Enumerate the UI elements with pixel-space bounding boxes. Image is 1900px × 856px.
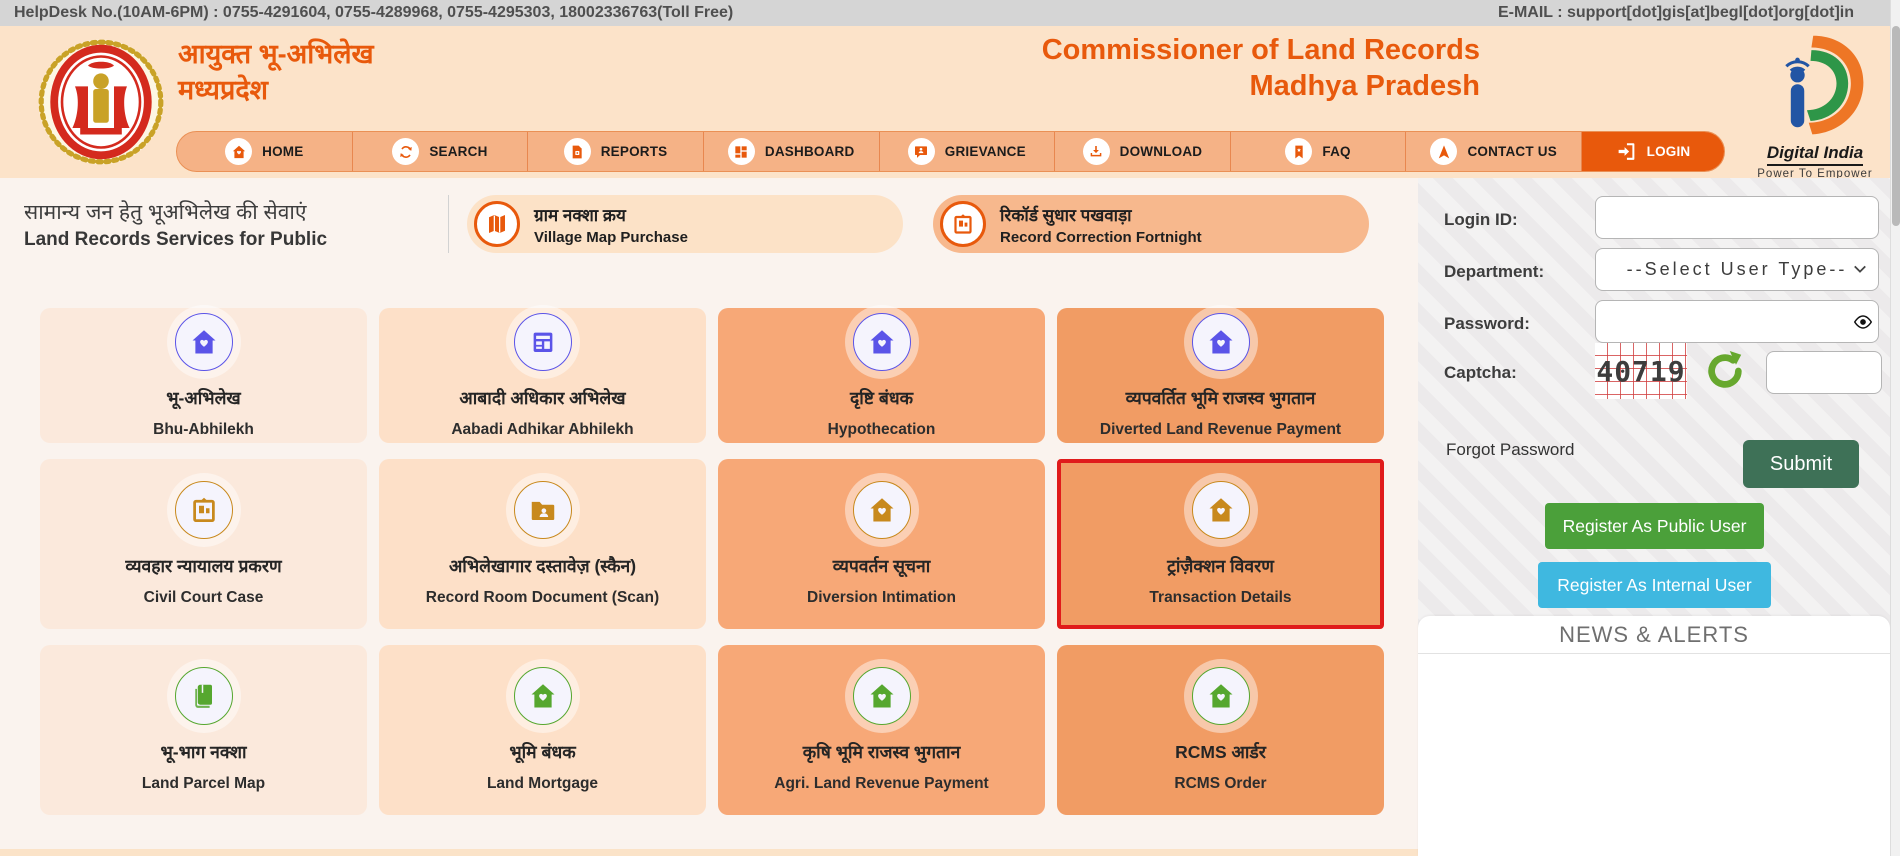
login-id-label: Login ID: (1444, 210, 1518, 229)
sync-icon (392, 138, 420, 165)
password-input[interactable] (1595, 300, 1879, 343)
card-land-mortgage[interactable]: भूमि बंधक Land Mortgage (379, 645, 706, 815)
department-select[interactable]: --Select User Type-- (1595, 248, 1879, 291)
frame-icon (940, 201, 986, 247)
nav-item-login[interactable]: LOGIN (1582, 132, 1724, 171)
chevron-down-icon (1851, 260, 1869, 278)
services-heading: सामान्य जन हेतु भूअभिलेख की सेवाएं Land … (24, 198, 448, 251)
mp-bhulekh-home-page: HelpDesk No.(10AM-6PM) : 0755-4291604, 0… (0, 0, 1900, 856)
services-heading-hindi: सामान्य जन हेतु भूअभिलेख की सेवाएं (24, 200, 307, 224)
nav-item-search[interactable]: SEARCH (353, 132, 529, 171)
home-icon (852, 667, 911, 725)
header: आयुक्त भू-अभिलेख मध्यप्रदेश Commissioner… (0, 26, 1900, 180)
digital-india-emblem-icon (1785, 35, 1864, 135)
department-label: Department: (1444, 262, 1545, 281)
services-header-row: सामान्य जन हेतु भूअभिलेख की सेवाएं Land … (0, 178, 1418, 270)
home-icon (1191, 481, 1250, 539)
nav-item-dashboard[interactable]: DASHBOARD (704, 132, 880, 171)
login-id-input[interactable] (1595, 196, 1879, 239)
captcha-input[interactable] (1766, 351, 1882, 394)
nav-item-reports[interactable]: REPORTS (528, 132, 704, 171)
nav-item-contact-us[interactable]: CONTACT US (1406, 132, 1582, 171)
map-icon (474, 201, 520, 247)
report-icon (563, 138, 591, 165)
dashboard-icon (727, 138, 755, 165)
home-icon (1191, 667, 1250, 725)
services-card-grid: भू-अभिलेख Bhu-Abhilekh आबादी अधिकार अभिल… (40, 308, 1384, 815)
nav-item-faq[interactable]: FAQ (1231, 132, 1407, 171)
scrollbar-thumb[interactable] (1892, 26, 1900, 226)
card-rcms-order[interactable]: RCMS आर्डर RCMS Order (1057, 645, 1384, 815)
home-icon (852, 312, 911, 371)
nav-item-grievance[interactable]: GRIEVANCE (880, 132, 1056, 171)
contact-icon (1430, 138, 1458, 165)
home-icon (1191, 312, 1250, 371)
main-content: सामान्य जन हेतु भूअभिलेख की सेवाएं Land … (0, 178, 1418, 856)
register-internal-user-button[interactable]: Register As Internal User (1538, 562, 1771, 608)
captcha-image: 40719 (1595, 343, 1687, 399)
card-land-parcel-map[interactable]: भू-भाग नक्शा Land Parcel Map (40, 645, 367, 815)
grievance-icon (907, 138, 935, 165)
news-alerts-title: NEWS & ALERTS (1418, 616, 1890, 654)
news-alerts-panel: NEWS & ALERTS (1418, 616, 1890, 856)
helpdesk-text: HelpDesk No.(10AM-6PM) : 0755-4291604, 0… (14, 4, 734, 21)
folder-icon (513, 481, 572, 539)
topbar: HelpDesk No.(10AM-6PM) : 0755-4291604, 0… (0, 0, 1900, 26)
home-icon (225, 138, 253, 165)
banner-record-correction-fortnight[interactable]: रिकॉर्ड सुधार पखवाड़ा Record Correction … (933, 195, 1369, 253)
card-diverted-land-revenue-payment[interactable]: व्यपवर्तित भूमि राजस्व भुगतान Diverted L… (1057, 308, 1384, 443)
captcha-value: 40719 (1596, 354, 1686, 388)
digital-india-wordmark: Digital India (1766, 143, 1864, 166)
email-text: E-MAIL : support[dot]gis[at]begl[dot]org… (1497, 4, 1854, 21)
login-panel: Login ID: Department: --Select User Type… (1418, 178, 1890, 856)
submit-button[interactable]: Submit (1743, 440, 1859, 488)
site-title-hindi: आयुक्त भू-अभिलेख मध्यप्रदेश (178, 39, 374, 106)
services-heading-english: Land Records Services for Public (24, 228, 328, 250)
faq-icon (1285, 138, 1313, 165)
home-icon (513, 667, 572, 725)
book-icon (174, 667, 233, 725)
digital-india-logo: Digital India Power To Empower (1740, 34, 1890, 180)
main-navigation: HOME SEARCH REPORTS DASHBOARD GRIEVANCE … (176, 131, 1725, 172)
password-label: Password: (1444, 314, 1530, 333)
login-icon (1616, 141, 1637, 162)
card-transaction-details-highlighted[interactable]: ट्रांज़ैक्शन विवरण Transaction Details (1057, 459, 1384, 629)
card-agri-land-revenue-payment[interactable]: कृषि भूमि राजस्व भुगतान Agri. Land Reven… (718, 645, 1045, 815)
captcha-label: Captcha: (1444, 363, 1517, 382)
eye-icon[interactable] (1852, 311, 1874, 333)
card-hypothecation[interactable]: दृष्टि बंधक Hypothecation (718, 308, 1045, 443)
refresh-captcha-icon[interactable] (1704, 350, 1746, 392)
card-bhu-abhilekh[interactable]: भू-अभिलेख Bhu-Abhilekh (40, 308, 367, 443)
department-select-value: --Select User Type-- (1595, 248, 1879, 291)
home-icon (852, 481, 911, 539)
site-title-english: Commissioner of Land Records Madhya Prad… (1041, 34, 1480, 103)
ledger-icon (513, 312, 572, 371)
download-icon (1082, 138, 1110, 165)
page-scrollbar[interactable] (1890, 0, 1900, 856)
home-icon (174, 312, 233, 371)
card-civil-court-case[interactable]: व्यवहार न्यायालय प्रकरण Civil Court Case (40, 459, 367, 629)
card-aabadi-adhikar-abhilekh[interactable]: आबादी अधिकार अभिलेख Aabadi Adhikar Abhil… (379, 308, 706, 443)
card-record-room-document-scan[interactable]: अभिलेखागार दस्तावेज़ (स्कैन) Record Room… (379, 459, 706, 629)
nav-item-home[interactable]: HOME (177, 132, 353, 171)
bottom-decorative-strip (0, 849, 1418, 856)
vertical-divider (448, 195, 449, 253)
nav-item-download[interactable]: DOWNLOAD (1055, 132, 1231, 171)
register-public-user-button[interactable]: Register As Public User (1545, 503, 1764, 549)
card-diversion-intimation[interactable]: व्यपवर्तन सूचना Diversion Intimation (718, 459, 1045, 629)
frame-icon (174, 481, 233, 539)
banner-village-map-purchase[interactable]: ग्राम नक्शा क्रय Village Map Purchase (467, 195, 903, 253)
forgot-password-link[interactable]: Forgot Password (1446, 440, 1575, 460)
mp-state-emblem-logo (38, 39, 164, 165)
